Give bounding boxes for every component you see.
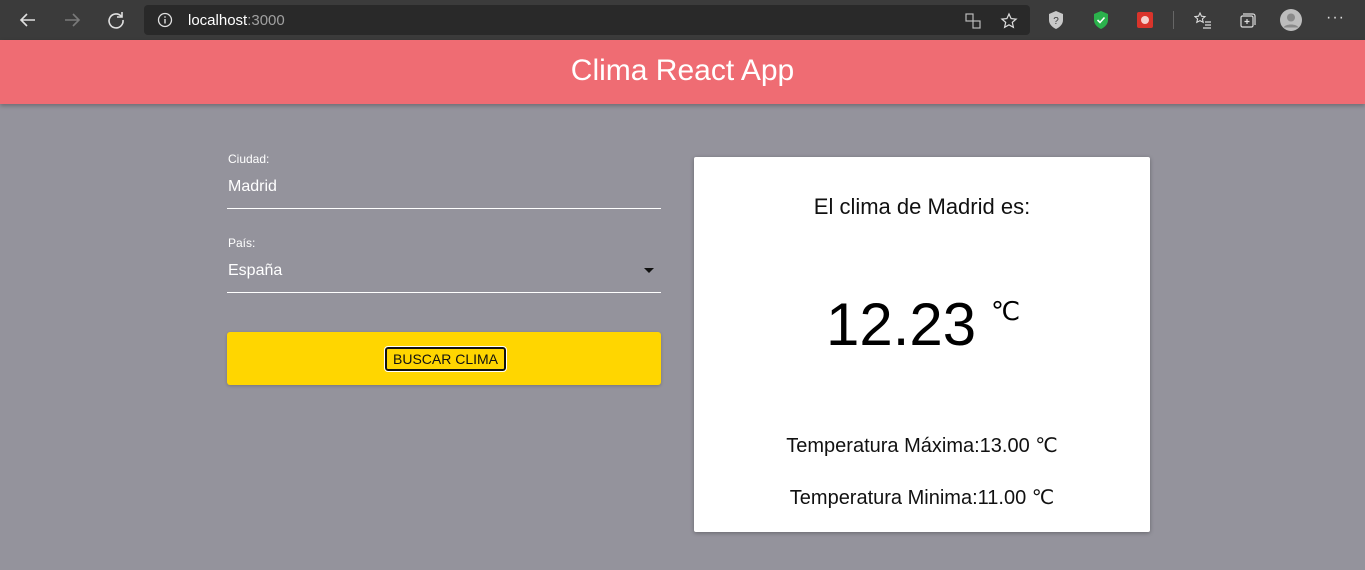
- reload-button[interactable]: [102, 6, 130, 34]
- toolbar-separator: [1173, 11, 1174, 29]
- collections-icon: [1240, 13, 1256, 28]
- green-shield-icon: [1094, 11, 1108, 29]
- back-arrow-icon: [19, 13, 35, 27]
- country-select-underline: [227, 292, 661, 293]
- url-text[interactable]: localhost:3000: [188, 12, 285, 29]
- app-title: Clima React App: [570, 54, 795, 87]
- favorites-list-icon: [1194, 11, 1211, 29]
- forward-arrow-icon: [65, 13, 81, 27]
- url-host: localhost: [188, 12, 248, 29]
- extension-shield-button[interactable]: ?: [1045, 9, 1067, 31]
- city-input-underline: [227, 208, 661, 209]
- info-icon[interactable]: [157, 12, 173, 28]
- extension-adblock-button[interactable]: [1090, 9, 1112, 31]
- avatar-icon: [1280, 9, 1302, 31]
- more-menu-icon[interactable]: ···: [1326, 9, 1345, 27]
- city-label: Ciudad:: [228, 152, 270, 166]
- back-button[interactable]: [14, 6, 42, 34]
- max-temperature: Temperatura Máxima:13.00 ℃: [786, 435, 1058, 457]
- country-label: País:: [228, 236, 256, 250]
- address-bar[interactable]: localhost:3000: [144, 5, 1030, 35]
- weather-result-card: El clima de Madrid es: 12.23 ℃ Temperatu…: [694, 157, 1150, 532]
- dropdown-caret-icon[interactable]: [644, 268, 654, 273]
- temperature-unit: ℃: [991, 296, 1021, 326]
- red-extension-icon: [1137, 12, 1153, 28]
- reload-icon: [108, 12, 124, 29]
- city-input[interactable]: Madrid: [228, 178, 277, 196]
- url-port: :3000: [247, 12, 285, 29]
- favorite-star-icon[interactable]: [1000, 12, 1018, 30]
- app-header: Clima React App: [0, 40, 1365, 104]
- search-weather-button-label[interactable]: BUSCAR CLIMA: [383, 346, 508, 372]
- favorites-button[interactable]: [1192, 9, 1214, 31]
- collections-button[interactable]: [1236, 9, 1258, 31]
- shield-question-icon: ?: [1049, 11, 1063, 29]
- extension-red-button[interactable]: [1134, 9, 1156, 31]
- forward-button[interactable]: [58, 6, 86, 34]
- translate-icon[interactable]: [964, 12, 982, 30]
- country-select[interactable]: España: [228, 262, 282, 280]
- profile-button[interactable]: [1280, 9, 1302, 31]
- result-heading: El clima de Madrid es:: [813, 194, 1031, 219]
- svg-text:?: ?: [1053, 16, 1059, 27]
- current-temperature: 12.23: [826, 291, 977, 358]
- min-temperature: Temperatura Minima:11.00 ℃: [789, 487, 1055, 509]
- browser-toolbar: localhost:3000 ? ···: [0, 0, 1365, 40]
